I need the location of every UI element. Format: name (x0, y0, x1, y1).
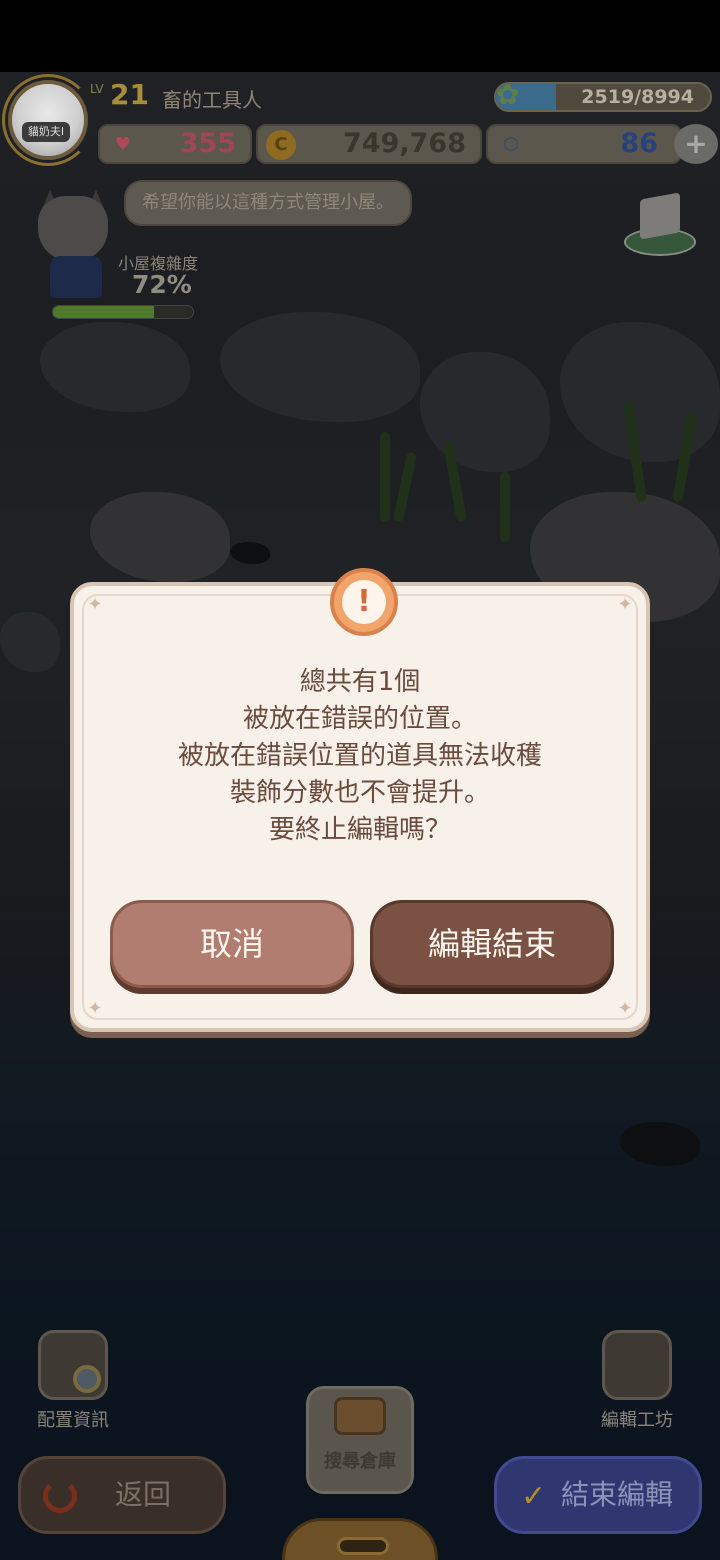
undo-icon (43, 1479, 77, 1513)
corner-ornament-icon: ✦ (617, 594, 633, 615)
exp-bar: 2519/8994 (494, 82, 712, 112)
npc-wolf[interactable] (28, 190, 118, 300)
top-hud: 貓奶夫I LV 21 畜的工具人 2519/8994 ✿ ♥ 355 C 749… (0, 72, 720, 172)
gem-icon: ⬡ (503, 134, 519, 155)
chest-icon (334, 1397, 386, 1435)
avatar[interactable] (8, 80, 88, 160)
complexity-bar-fill (53, 306, 154, 318)
dialog-message-line: 總共有1個 (299, 667, 421, 697)
back-button[interactable]: 返回 (18, 1456, 226, 1534)
coin-icon: C (266, 130, 296, 160)
level-prefix: LV (90, 82, 104, 96)
house-search-icon (38, 1330, 108, 1400)
edit-workshop-label: 編輯工坊 (601, 1410, 673, 1431)
add-gems-button[interactable]: + (674, 124, 718, 164)
back-label: 返回 (115, 1478, 172, 1511)
exp-text: 2519/8994 (581, 86, 694, 108)
complexity-bar (52, 305, 194, 319)
level-number: 21 (110, 78, 149, 111)
cancel-button[interactable]: 取消 (110, 900, 354, 988)
corner-ornament-icon: ✦ (617, 998, 633, 1019)
heart-icon: ♥ (114, 134, 132, 155)
gems-counter: ⬡ 86 (486, 124, 682, 164)
leaf-icon: ✿ (496, 78, 520, 111)
corner-ornament-icon: ✦ (87, 998, 103, 1019)
dialog-message: 總共有1個 被放在錯誤的位置。 被放在錯誤位置的道具無法收穫 裝飾分數也不會提升… (74, 664, 646, 849)
confirm-dialog: ✦ ✦ ✦ ✦ ! 總共有1個 被放在錯誤的位置。 被放在錯誤位置的道具無法收穫… (70, 568, 650, 1032)
edit-workshop-button[interactable]: 編輯工坊 (582, 1330, 692, 1432)
layout-info-button[interactable]: 配置資訊 (18, 1330, 128, 1432)
coins-value: 749,768 (343, 128, 466, 159)
warning-icon: ! (330, 568, 398, 636)
avatar-tag: 貓奶夫I (22, 122, 70, 142)
finish-edit-label: 結束編輯 (561, 1478, 674, 1511)
gems-value: 86 (620, 128, 658, 159)
dialog-message-line: 被放在錯誤位置的道具無法收穫 (177, 741, 542, 771)
corner-ornament-icon: ✦ (87, 594, 103, 615)
finish-edit-button[interactable]: ✓ 結束編輯 (494, 1456, 702, 1534)
check-icon: ✓ (521, 1479, 547, 1514)
warning-mark: ! (357, 584, 371, 619)
dialog-message-line: 裝飾分數也不會提升。 (229, 778, 490, 808)
coins-counter: C 749,768 (256, 124, 482, 164)
hearts-counter: ♥ 355 (98, 124, 252, 164)
workshop-icon (602, 1330, 672, 1400)
end-edit-button[interactable]: 編輯結束 (370, 900, 614, 988)
center-menu-tab[interactable] (282, 1518, 438, 1560)
storage-search-button[interactable]: 搜尋倉庫 (306, 1386, 414, 1494)
complexity-value: 72% (132, 270, 192, 299)
cube-icon (640, 192, 680, 240)
menu-handle-icon (337, 1537, 389, 1555)
build-mode-button[interactable] (620, 192, 700, 266)
dialog-message-line: 被放在錯誤的位置。 (242, 704, 477, 734)
npc-speech-bubble: 希望你能以這種方式管理小屋。 (124, 180, 412, 226)
layout-info-label: 配置資訊 (37, 1410, 109, 1431)
status-bar (0, 0, 720, 72)
hearts-value: 355 (179, 128, 236, 159)
storage-label: 搜尋倉庫 (324, 1451, 396, 1472)
player-name: 畜的工具人 (162, 88, 262, 112)
dialog-message-line: 要終止編輯嗎？ (268, 815, 451, 845)
